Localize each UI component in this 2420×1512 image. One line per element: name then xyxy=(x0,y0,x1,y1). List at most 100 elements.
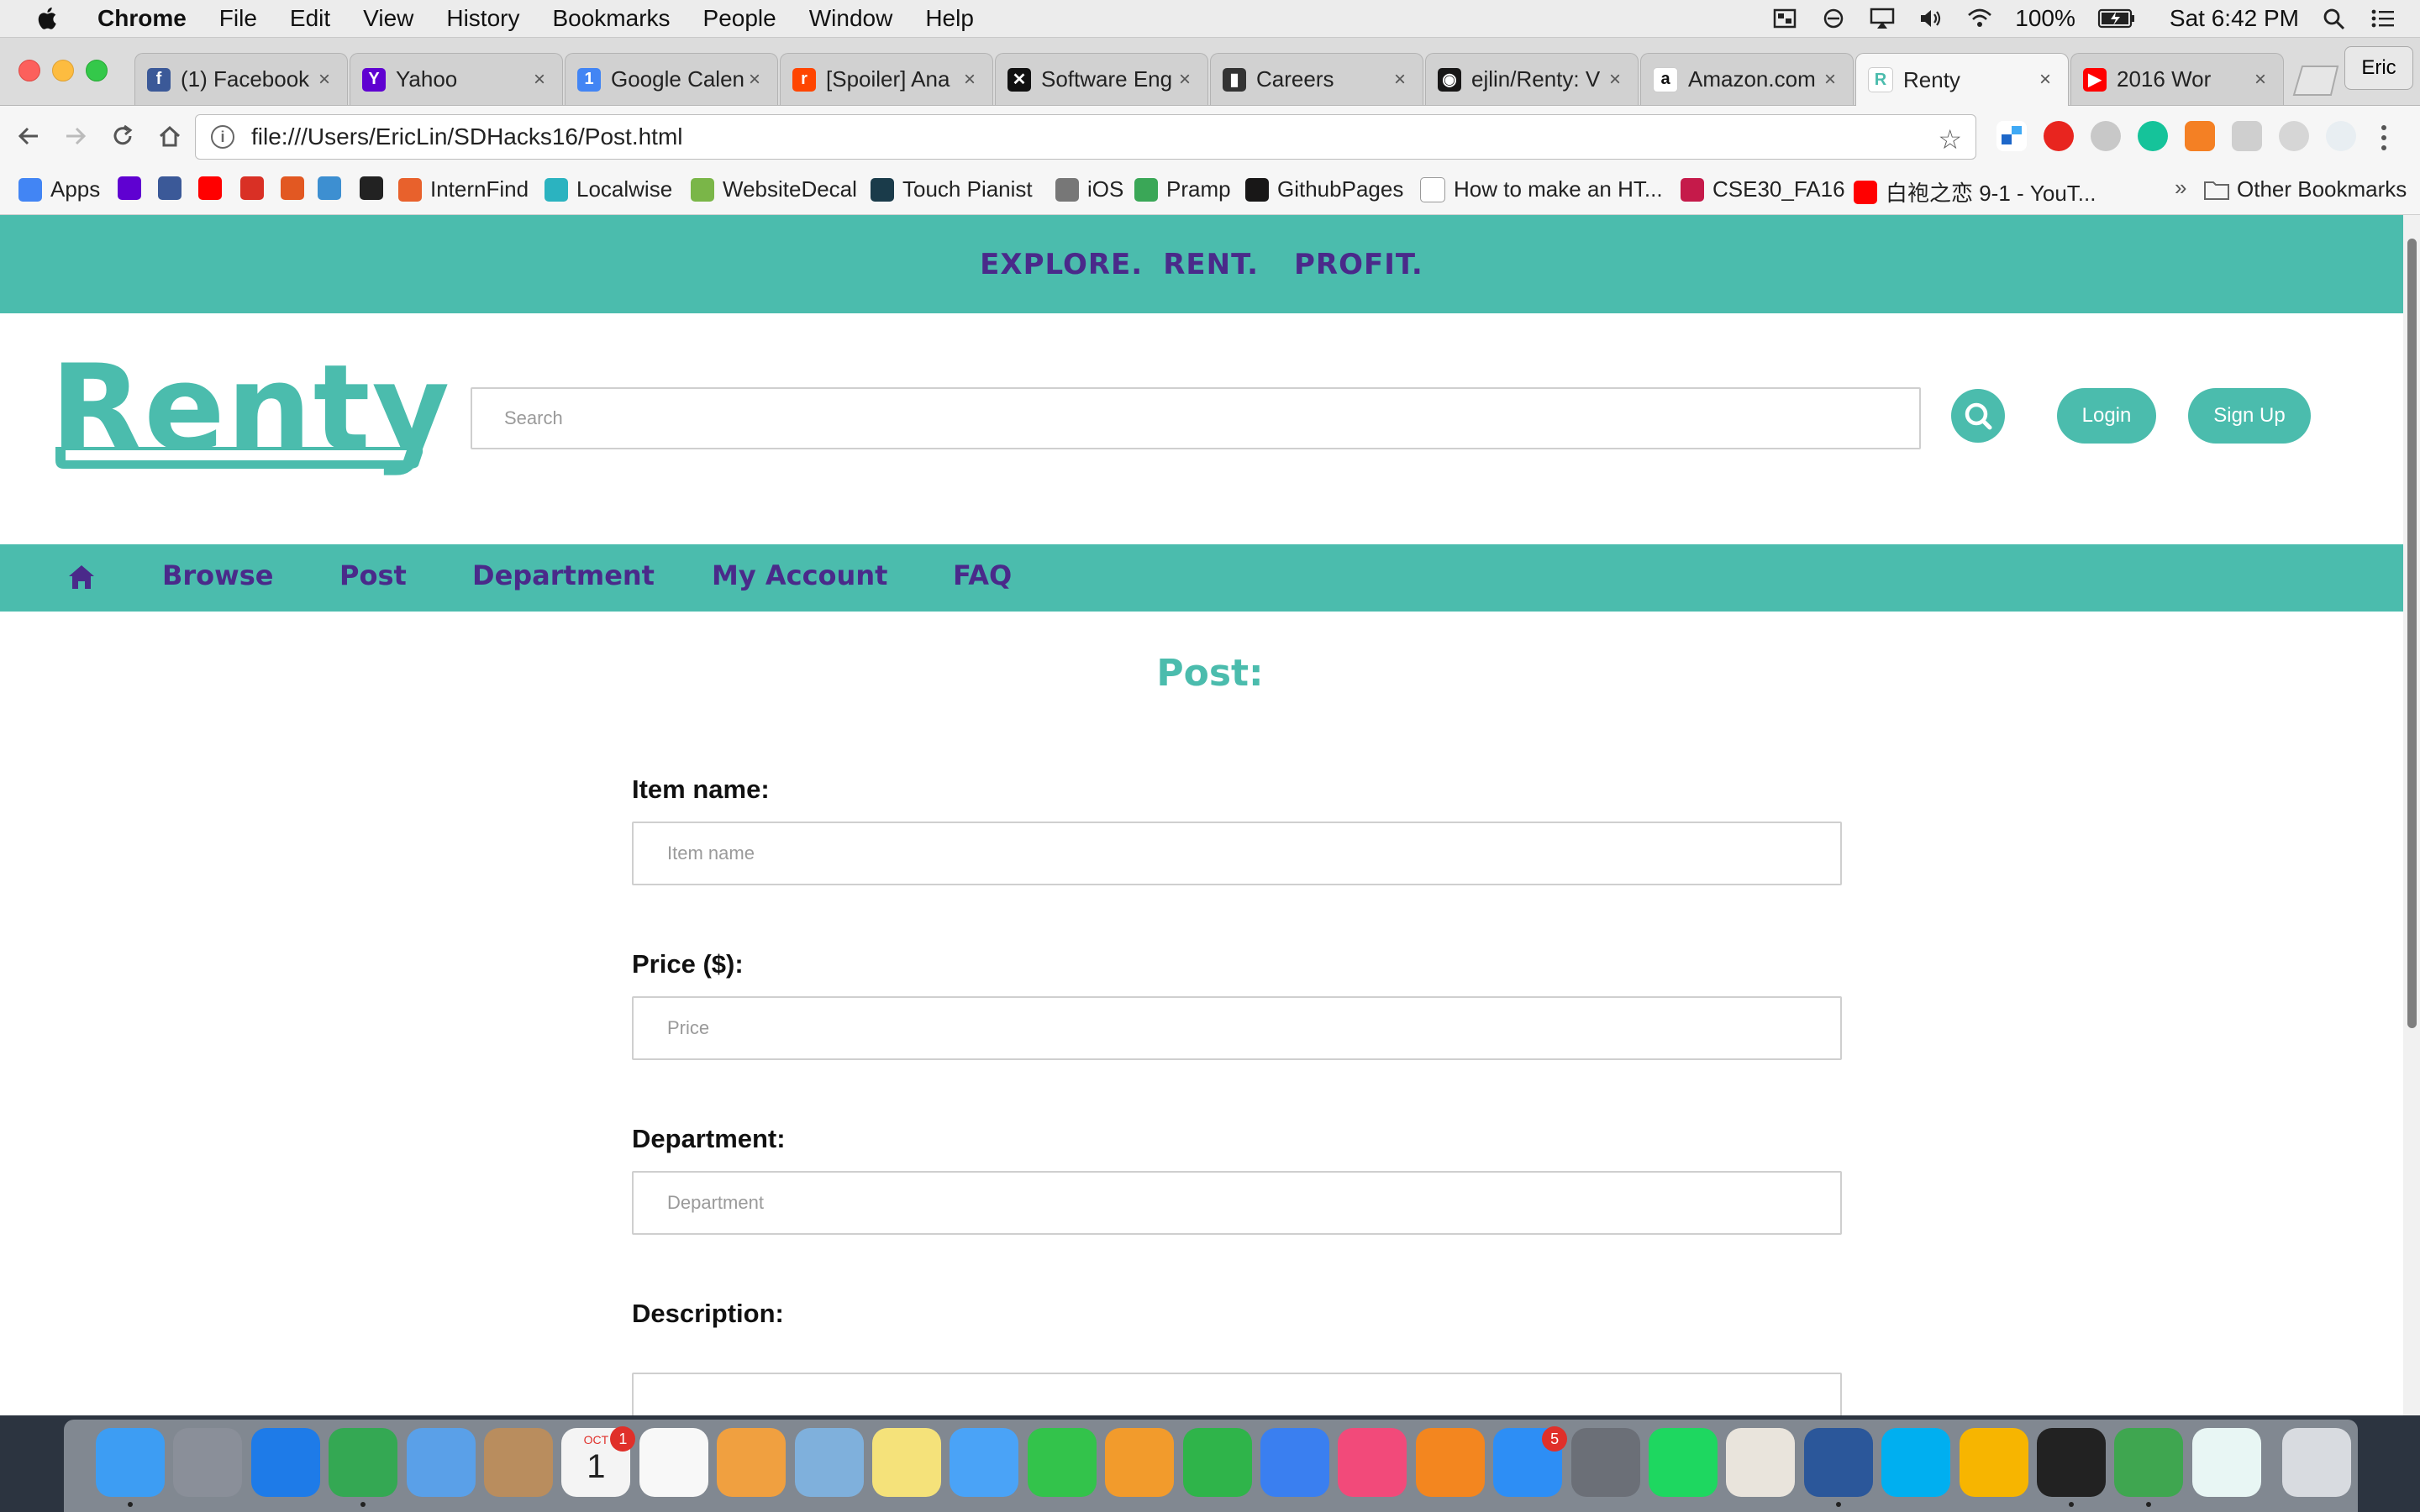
dock-app-photos-icon[interactable] xyxy=(717,1428,786,1497)
dock-app-word-icon[interactable] xyxy=(1803,1428,1873,1507)
tab-close-icon[interactable]: × xyxy=(2249,68,2271,92)
notification-center-icon[interactable] xyxy=(2370,7,2396,30)
signup-button[interactable]: Sign Up xyxy=(2188,388,2311,444)
browser-tab[interactable]: r [Spoiler] Ana × xyxy=(780,53,993,105)
dock-app-calendar-icon[interactable]: OCT 1 1 xyxy=(561,1426,636,1497)
menu-file[interactable]: File xyxy=(219,5,257,32)
browser-tab[interactable]: 1 Google Calen × xyxy=(565,53,778,105)
browser-tab[interactable]: ▶ 2016 Wor × xyxy=(2070,53,2284,105)
dock-app-ibooks-icon[interactable] xyxy=(1415,1428,1485,1497)
window-minimize-button[interactable] xyxy=(52,60,74,81)
dock-app-renty-icon[interactable] xyxy=(2191,1428,2261,1497)
extension-gray-circle-icon[interactable] xyxy=(2091,121,2121,151)
browser-tab[interactable]: ✕ Software Eng × xyxy=(995,53,1208,105)
description-textarea[interactable] xyxy=(632,1373,1842,1416)
nav-post[interactable]: Post xyxy=(339,559,407,591)
item-name-input[interactable] xyxy=(632,822,1842,885)
nav-faq[interactable]: FAQ xyxy=(953,559,1012,591)
window-close-button[interactable] xyxy=(18,60,40,81)
dock-app-app-store-icon[interactable]: 5 xyxy=(1493,1426,1568,1497)
bookmarks-overflow-chevron[interactable]: » xyxy=(2175,175,2186,201)
dock-app-sketch-icon[interactable] xyxy=(1959,1428,2028,1497)
forward-button[interactable] xyxy=(59,119,92,153)
volume-icon[interactable] xyxy=(1918,7,1944,30)
bookmark-item[interactable]: Apps xyxy=(18,176,100,202)
spotlight-search-icon[interactable] xyxy=(2321,7,2348,30)
tab-close-icon[interactable]: × xyxy=(529,68,550,92)
home-icon[interactable] xyxy=(67,563,96,591)
dock-app-slack-icon[interactable] xyxy=(1726,1428,1796,1497)
bookmark-item[interactable]: Touch Pianist xyxy=(871,176,1033,202)
nav-department[interactable]: Department xyxy=(472,559,655,591)
dock-app-facetime-icon[interactable] xyxy=(1027,1428,1097,1497)
bookmark-item[interactable] xyxy=(360,176,392,200)
bookmark-star-icon[interactable]: ☆ xyxy=(1938,123,1962,155)
bookmark-item[interactable]: InternFind xyxy=(398,176,529,202)
bookmark-item[interactable]: WebsiteDecal xyxy=(691,176,857,202)
menu-view[interactable]: View xyxy=(363,5,413,32)
bookmark-item[interactable]: Localwise xyxy=(544,176,672,202)
dock-app-pages-icon[interactable] xyxy=(1105,1428,1175,1497)
dock-app-chrome-icon[interactable] xyxy=(329,1428,398,1507)
site-search-button[interactable] xyxy=(1951,389,2005,443)
bookmark-item[interactable] xyxy=(118,176,150,200)
bookmark-item[interactable]: CSE30_FA16 xyxy=(1681,176,1845,202)
menu-history[interactable]: History xyxy=(446,5,519,32)
browser-tab[interactable]: f (1) Facebook × xyxy=(134,53,348,105)
dock-app-preview-icon[interactable] xyxy=(794,1428,864,1497)
dock-app-numbers-icon[interactable] xyxy=(1182,1428,1252,1497)
dock-app-system-preferences-icon[interactable] xyxy=(1570,1428,1640,1497)
menu-help[interactable]: Help xyxy=(925,5,974,32)
dock-app-spotify-icon[interactable] xyxy=(1649,1428,1718,1497)
wifi-icon[interactable] xyxy=(1966,7,1993,30)
dock-app-messages-icon[interactable] xyxy=(950,1428,1019,1497)
menu-edit[interactable]: Edit xyxy=(290,5,330,32)
extension-opera-icon[interactable] xyxy=(2044,121,2074,151)
extension-orange-badge-icon[interactable] xyxy=(2185,121,2215,151)
dock-app-launchpad-icon[interactable] xyxy=(173,1428,243,1497)
dock-app-itunes-icon[interactable] xyxy=(1338,1428,1407,1497)
page-scrollbar[interactable] xyxy=(2403,215,2420,1415)
bookmark-item[interactable]: 白袍之恋 9-1 - YouT... xyxy=(1854,176,2096,207)
bookmark-item[interactable] xyxy=(281,176,313,200)
browser-tab[interactable]: a Amazon.com × xyxy=(1640,53,1854,105)
bookmark-item[interactable] xyxy=(158,176,190,200)
extension-gray-tool-icon[interactable] xyxy=(2232,121,2262,151)
nav-my-account[interactable]: My Account xyxy=(712,559,887,591)
dock-app-finder-icon[interactable] xyxy=(96,1428,165,1507)
extension-eye-icon[interactable] xyxy=(2326,121,2356,151)
back-button[interactable] xyxy=(12,119,45,153)
home-button[interactable] xyxy=(153,119,187,153)
menu-people[interactable]: People xyxy=(703,5,776,32)
bookmark-item[interactable] xyxy=(198,176,230,200)
tab-close-icon[interactable]: × xyxy=(1604,68,1626,92)
menubar-clock[interactable]: Sat 6:42 PM xyxy=(2170,5,2299,32)
dock-app-keynote-icon[interactable] xyxy=(1260,1428,1329,1497)
browser-tab[interactable]: R Renty × xyxy=(1855,53,2069,106)
bookmark-item[interactable]: How to make an HT... xyxy=(1420,176,1663,202)
sync-status-icon[interactable] xyxy=(1820,7,1847,30)
menu-app-chrome[interactable]: Chrome xyxy=(97,5,187,32)
address-bar[interactable]: i file:///Users/EricLin/SDHacks16/Post.h… xyxy=(195,114,1976,160)
tab-close-icon[interactable]: × xyxy=(1819,68,1841,92)
dock-app-reminders-icon[interactable] xyxy=(639,1428,708,1497)
grid-status-icon[interactable] xyxy=(1771,7,1798,30)
department-input[interactable] xyxy=(632,1171,1842,1235)
price-input[interactable] xyxy=(632,996,1842,1060)
airplay-icon[interactable] xyxy=(1869,7,1896,30)
bookmark-item[interactable] xyxy=(318,176,350,200)
bookmark-item[interactable]: iOS xyxy=(1055,176,1123,202)
tab-close-icon[interactable]: × xyxy=(744,68,765,92)
site-info-icon[interactable]: i xyxy=(211,125,234,149)
extension-m-icon[interactable] xyxy=(2279,121,2309,151)
dock-app-safari-icon[interactable] xyxy=(250,1428,320,1497)
browser-tab[interactable]: ▮ Careers × xyxy=(1210,53,1423,105)
battery-icon[interactable] xyxy=(2097,8,2136,29)
scrollbar-thumb[interactable] xyxy=(2407,239,2417,1028)
tab-close-icon[interactable]: × xyxy=(2034,68,2056,92)
tab-close-icon[interactable]: × xyxy=(959,68,981,92)
extension-dropbox-icon[interactable] xyxy=(1996,121,2027,151)
other-bookmarks-folder[interactable]: Other Bookmarks xyxy=(2203,176,2407,202)
chrome-menu-button[interactable] xyxy=(2380,121,2388,155)
tab-close-icon[interactable]: × xyxy=(1389,68,1411,92)
